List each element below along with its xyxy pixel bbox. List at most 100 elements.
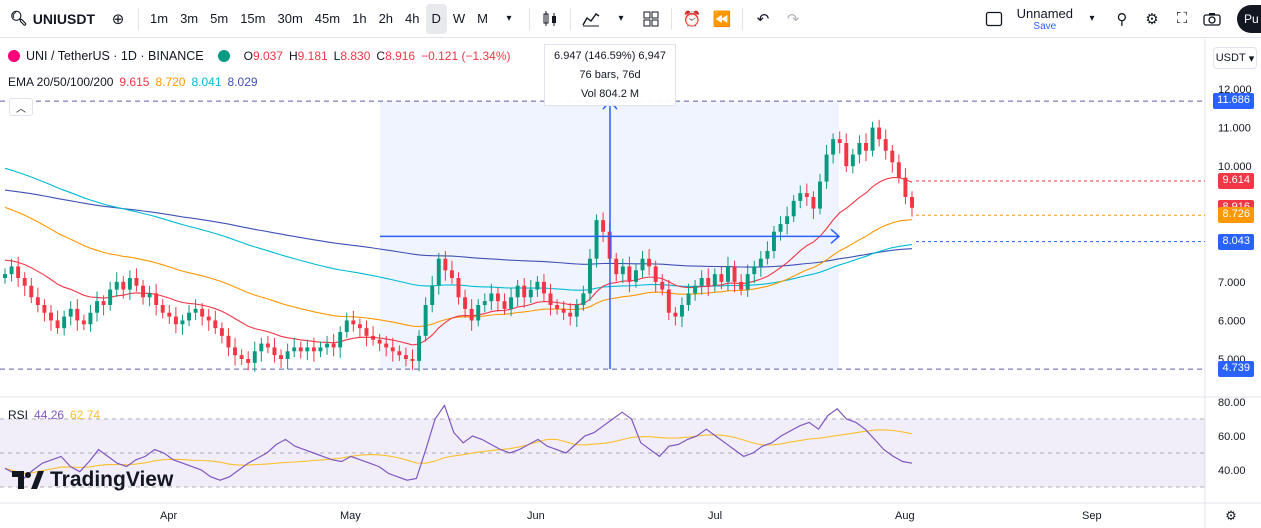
- candle-body: [95, 301, 99, 313]
- candle-body: [877, 127, 882, 140]
- symbol-name: UNIUSDT: [32, 10, 96, 27]
- legend-change: −0.121 (−1.34%): [421, 49, 511, 63]
- candle-body: [587, 258, 592, 294]
- candle-body: [811, 197, 816, 209]
- candle-body: [272, 347, 277, 356]
- price-badge: 8.043: [1218, 233, 1254, 250]
- price-tick-label: 10.000: [1218, 161, 1252, 173]
- rsi-legend: RSI 44.26 62.74: [8, 408, 100, 422]
- candle-body: [187, 312, 192, 321]
- timeframe-45m[interactable]: 45m: [309, 4, 346, 34]
- publish-button[interactable]: Pu: [1237, 5, 1261, 33]
- legend-open: 9.037: [252, 49, 283, 63]
- fullscreen-icon[interactable]: ⛶: [1167, 4, 1197, 34]
- layout-square-icon[interactable]: [979, 4, 1009, 34]
- timeframe-5m[interactable]: 5m: [204, 4, 234, 34]
- legend-collapse-button[interactable]: ︿: [9, 98, 33, 116]
- candle-body: [449, 270, 454, 278]
- timeframe-30m[interactable]: 30m: [272, 4, 309, 34]
- candle-body: [298, 347, 303, 352]
- timeframe-2h[interactable]: 2h: [373, 4, 399, 34]
- candle-body: [436, 258, 441, 286]
- timeframe-d[interactable]: D: [425, 3, 447, 34]
- candle-body: [673, 312, 678, 317]
- candle-body: [134, 278, 139, 286]
- candle-body: [594, 220, 599, 259]
- timeframe-1h[interactable]: 1h: [346, 4, 372, 34]
- candle-body: [410, 359, 415, 361]
- ema50-value: 8.720: [155, 75, 186, 89]
- candle-body: [666, 289, 671, 313]
- rsi-tick-label: 40.00: [1218, 465, 1246, 477]
- candle-body: [620, 266, 625, 275]
- candle-body: [633, 270, 638, 282]
- candle-body: [81, 320, 86, 325]
- legend-high: 9.181: [297, 49, 328, 63]
- chevron-down-icon[interactable]: ▾: [1077, 4, 1107, 34]
- layout-name[interactable]: Unnamed Save: [1017, 6, 1073, 32]
- candle-body: [141, 285, 145, 298]
- candle-body: [338, 332, 343, 348]
- candle-body: [693, 285, 698, 294]
- layout-save-label: Save: [1033, 20, 1057, 32]
- timeframe-w[interactable]: W: [447, 4, 471, 34]
- legend-low: 8.830: [340, 49, 371, 63]
- candle-body: [200, 308, 205, 317]
- timeframe-4h[interactable]: 4h: [399, 4, 425, 34]
- candle-body: [173, 316, 178, 325]
- candle-body: [390, 347, 395, 352]
- candle-body: [712, 274, 717, 286]
- price-tick-label: 11.000: [1218, 123, 1251, 135]
- candle-body: [778, 224, 783, 232]
- chart-canvas[interactable]: 12.00011.00010.0009.0008.0007.0006.0005.…: [0, 39, 1261, 528]
- chevron-down-icon[interactable]: ▾: [494, 4, 524, 34]
- candle-body: [403, 355, 408, 359]
- candle-body: [246, 359, 251, 363]
- candle-body: [75, 308, 80, 321]
- candle-body: [601, 220, 606, 232]
- timeframe-m[interactable]: M: [471, 4, 494, 34]
- candle-body: [509, 297, 514, 309]
- candle-body: [699, 278, 704, 286]
- layout-name-label: Unnamed: [1016, 5, 1073, 21]
- market-status-icon: [217, 50, 230, 62]
- chevron-down-icon[interactable]: ▾: [606, 4, 636, 34]
- candle-body: [818, 181, 822, 209]
- candle-body: [896, 162, 901, 178]
- candle-body: [686, 293, 691, 305]
- indicators-icon[interactable]: [576, 4, 606, 34]
- candle-body: [574, 305, 579, 317]
- currency-button[interactable]: USDT ▾: [1213, 47, 1257, 69]
- ema200-value: 8.029: [227, 75, 258, 89]
- quick-search-icon[interactable]: ⚲: [1107, 4, 1137, 34]
- camera-icon[interactable]: [1197, 4, 1227, 34]
- ema20-value: 9.615: [119, 75, 150, 89]
- candle-body: [127, 278, 132, 290]
- templates-grid-icon[interactable]: [636, 4, 666, 34]
- settings-gear-icon[interactable]: ⚙: [1137, 4, 1167, 34]
- axis-settings-icon[interactable]: ⚙: [1220, 505, 1242, 527]
- candle-body: [423, 305, 428, 336]
- timeframe-3m[interactable]: 3m: [174, 4, 204, 34]
- candles-style-icon[interactable]: [535, 4, 565, 34]
- candle-body: [325, 343, 330, 348]
- top-toolbar: 🔍︎ UNIUSDT ⊕ 1m 3m 5m 15m 30m 45m 1h 2h 4h D W M ▾ …: [0, 0, 1261, 38]
- candle-body: [798, 193, 803, 201]
- candle-body: [193, 308, 198, 313]
- compare-add-icon[interactable]: ⊕: [103, 4, 133, 34]
- replay-icon[interactable]: ⏪: [707, 4, 737, 34]
- timeframe-15m[interactable]: 15m: [234, 4, 271, 34]
- undo-icon[interactable]: ↶: [748, 4, 778, 34]
- timeframe-1m[interactable]: 1m: [144, 4, 174, 34]
- candle-body: [758, 258, 763, 267]
- toolbar-divider: [138, 7, 140, 30]
- candle-body: [850, 154, 855, 167]
- symbol-search[interactable]: 🔍︎ UNIUSDT: [0, 0, 103, 38]
- candle-body: [344, 320, 349, 332]
- price-badge: 9.614: [1218, 173, 1254, 190]
- redo-icon[interactable]: ↷: [778, 4, 808, 34]
- alert-add-icon[interactable]: ⏰: [677, 4, 707, 34]
- candle-body: [660, 281, 665, 290]
- candle-body: [68, 308, 73, 317]
- candle-body: [351, 320, 356, 325]
